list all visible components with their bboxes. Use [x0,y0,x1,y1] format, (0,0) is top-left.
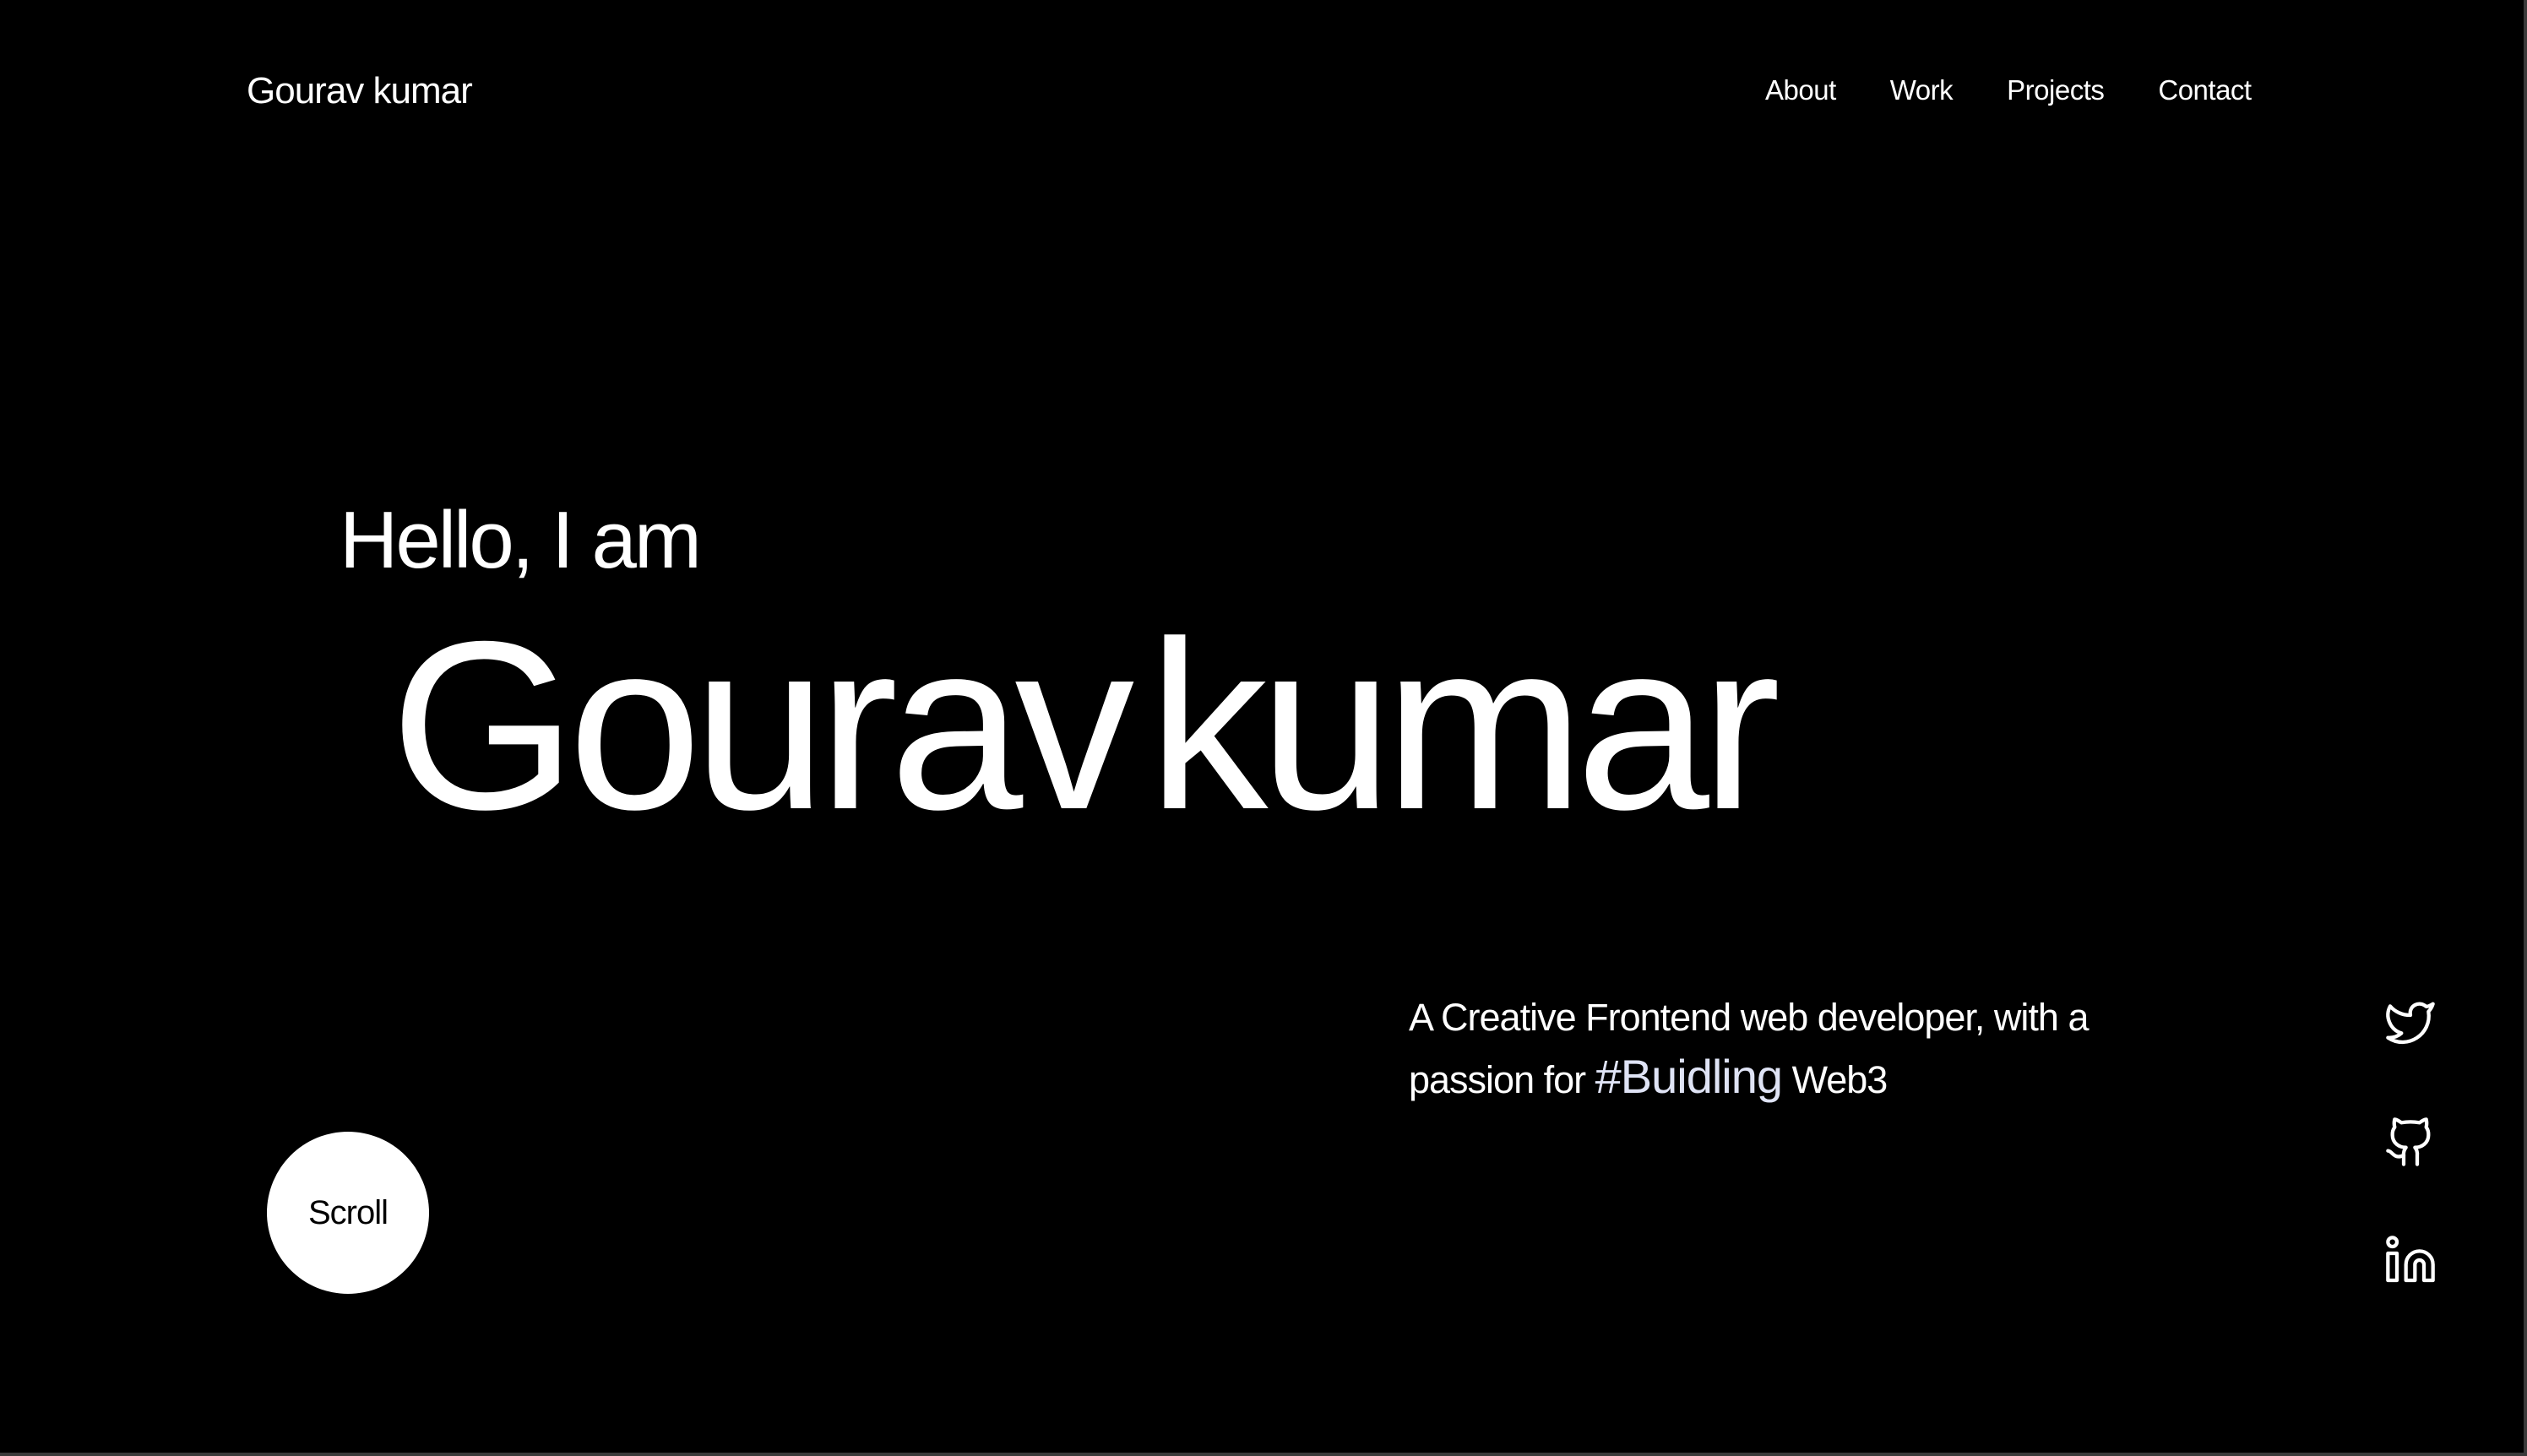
hero-first-name: Gourav [390,592,1134,860]
twitter-link[interactable] [2383,997,2437,1051]
github-link[interactable] [2383,1116,2437,1171]
tagline-web3: Web3 [1791,1058,1888,1101]
nav-about-link[interactable]: About [1765,71,1836,110]
main-nav: About Work Projects Contact [1765,71,2252,110]
twitter-icon [2383,995,2437,1053]
scroll-button[interactable]: Scroll [267,1132,429,1294]
tagline-hashtag: #Buidling [1595,1050,1783,1103]
nav-contact-link[interactable]: Contact [2158,71,2252,110]
hero-name: Gourav kumar [390,591,1780,861]
hero-greeting: Hello, I am [340,495,702,585]
hero-last-name: kumar [1148,592,1780,860]
linkedin-icon [2383,1233,2437,1291]
github-icon [2383,1115,2437,1173]
brand-logo-link[interactable]: Gourav kumar [247,66,473,117]
linkedin-link[interactable] [2383,1235,2437,1289]
page-window: Gourav kumar About Work Projects Contact… [0,0,2527,1456]
nav-projects-link[interactable]: Projects [2007,71,2105,110]
hero-tagline: A Creative Frontend web developer, with … [1409,988,2203,1110]
nav-work-link[interactable]: Work [1890,71,1954,110]
